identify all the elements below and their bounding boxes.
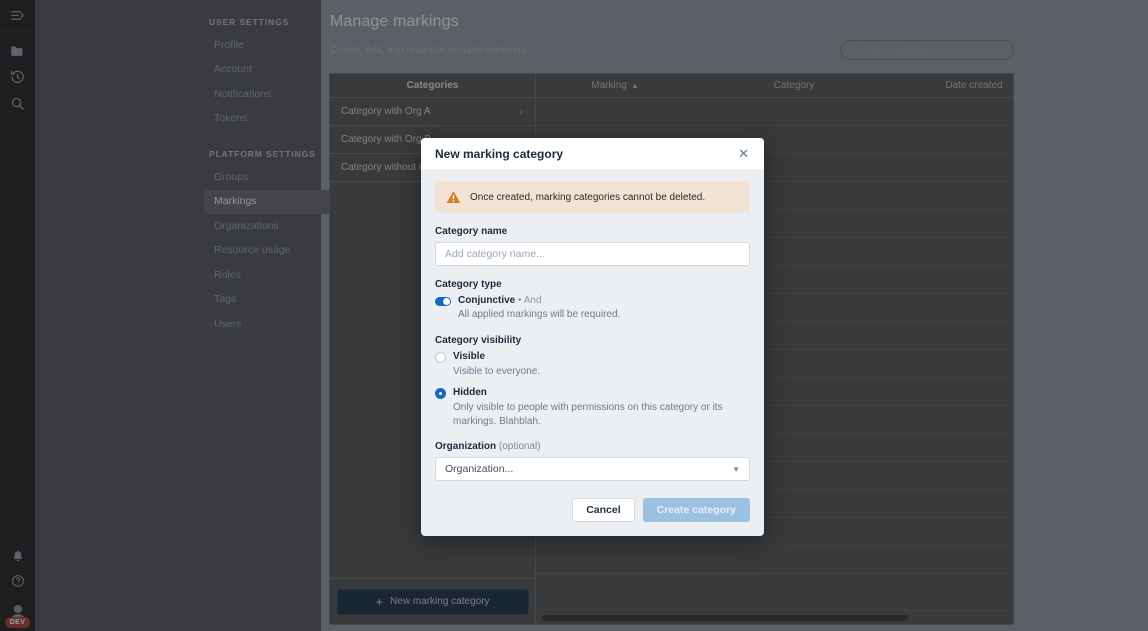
visibility-option-hidden[interactable]: Hidden <box>435 387 750 399</box>
categories-column-header: Categories <box>330 74 535 98</box>
sidebar-item-tokens[interactable]: Tokens <box>204 107 338 132</box>
category-visibility-field: Category visibility Visible Visible to e… <box>435 335 750 429</box>
sidebar-item-account[interactable]: Account <box>204 58 338 83</box>
category-visibility-label: Category visibility <box>435 334 522 346</box>
column-header-category[interactable]: Category <box>694 80 894 91</box>
category-name-input[interactable] <box>435 242 750 266</box>
sidebar-item-notifications[interactable]: Notifications <box>204 82 338 107</box>
sidebar-item-groups[interactable]: Groups <box>204 165 338 190</box>
sidebar-heading-platform-settings: Platform settings <box>209 149 316 160</box>
category-name-label: Category name <box>435 226 508 237</box>
category-row-org-a[interactable]: Category with Org A › <box>330 98 535 126</box>
category-name-field: Category name <box>435 226 750 266</box>
organization-label: Organization (optional) <box>435 441 750 452</box>
category-type-field: Category type Conjunctive • And All appl… <box>435 279 750 322</box>
column-header-date-created[interactable]: Date created <box>894 80 1013 91</box>
search-icon[interactable] <box>10 96 25 111</box>
sidebar-toggle[interactable] <box>0 0 35 31</box>
dialog-title: New marking category <box>435 146 564 161</box>
filter-placeholder: Filter markings... <box>865 44 939 56</box>
warning-banner-text: Once created, marking categories cannot … <box>470 191 706 203</box>
sidebar-item-profile[interactable]: Profile <box>204 33 338 58</box>
create-category-button: Create category <box>642 498 750 522</box>
organization-field: Organization (optional) Organization... … <box>435 441 750 481</box>
folder-icon[interactable] <box>10 44 25 59</box>
radio-hidden-label: Hidden <box>453 387 487 398</box>
close-icon[interactable]: ✕ <box>736 145 751 162</box>
page-title: Manage markings <box>330 13 459 30</box>
dev-badge: DEV <box>4 617 31 628</box>
markings-empty-space <box>536 574 1013 610</box>
settings-sidebar: User settings Profile Account Notificati… <box>35 0 338 631</box>
radio-visible-helper: Visible to everyone. <box>453 365 541 377</box>
table-row[interactable] <box>536 546 1013 574</box>
sidebar-item-resource-usage[interactable]: Resource usage <box>204 239 338 264</box>
organization-label-text: Organization <box>435 441 497 452</box>
history-icon[interactable] <box>10 70 25 85</box>
sidebar-item-markings[interactable]: Markings <box>204 189 338 215</box>
organization-optional-text: (optional) <box>498 441 541 452</box>
search-icon <box>850 45 860 55</box>
sidebar-item-roles[interactable]: Roles <box>204 263 338 288</box>
filter-markings-input[interactable]: Filter markings... <box>840 40 1014 60</box>
sidebar-item-users[interactable]: Users <box>204 312 338 337</box>
chevron-down-icon: ▼ <box>732 464 740 474</box>
radio-visible[interactable] <box>435 351 446 363</box>
radio-visible-label: Visible <box>453 350 486 362</box>
avatar[interactable]: DEV <box>4 601 31 628</box>
horizontal-scrollbar-thumb[interactable] <box>542 614 908 621</box>
radio-hidden[interactable] <box>435 388 446 399</box>
plus-icon: + <box>375 594 384 609</box>
categories-footer: + New marking category <box>330 579 535 624</box>
sidebar-divider <box>204 131 338 145</box>
dialog-footer: Cancel Create category <box>421 494 764 536</box>
organization-select[interactable]: Organization... ▼ <box>435 457 750 481</box>
bell-icon[interactable] <box>11 549 25 563</box>
page-subheader: Create, edit, and organize security mark… <box>329 40 1148 60</box>
radio-hidden-helper: Only visible to people with permissions … <box>453 402 723 427</box>
cancel-button[interactable]: Cancel <box>572 498 635 522</box>
new-marking-category-button[interactable]: + New marking category <box>336 588 529 615</box>
category-type-label: Category type <box>435 279 502 290</box>
conjunctive-toggle-row: Conjunctive • And All applied markings w… <box>435 295 750 322</box>
icon-rail: DEV <box>0 0 35 631</box>
new-marking-category-dialog: New marking category ✕ Once created, mar… <box>421 138 764 536</box>
visibility-option-visible[interactable]: Visible <box>435 351 750 363</box>
table-row[interactable] <box>536 98 1013 126</box>
warning-banner: Once created, marking categories cannot … <box>435 181 750 213</box>
sort-ascending-icon: ▲ <box>630 81 639 90</box>
conjunctive-helper-text: All applied markings will be required. <box>458 309 621 320</box>
warning-triangle-icon <box>446 191 461 203</box>
category-row-label: Category with Org A <box>341 106 431 117</box>
sidebar-item-tags[interactable]: Tags <box>204 288 338 313</box>
organization-select-value: Organization... <box>445 463 514 475</box>
column-header-marking-label: Marking <box>591 80 627 91</box>
help-icon[interactable] <box>11 574 25 588</box>
toggle-knob <box>443 298 450 305</box>
column-header-date-created-label: Date created <box>945 80 1003 91</box>
dialog-header: New marking category ✕ <box>421 138 764 169</box>
horizontal-scrollbar[interactable] <box>536 610 1013 624</box>
category-row-label: Category with Org B <box>341 134 432 145</box>
new-marking-category-label: New marking category <box>390 596 490 607</box>
conjunctive-toggle-suffix: • And <box>518 295 542 306</box>
chevron-right-icon: › <box>519 106 523 117</box>
sidebar-heading-user-settings: User settings <box>209 17 290 27</box>
page-subtitle: Create, edit, and organize security mark… <box>330 44 529 56</box>
sidebar-item-organizations[interactable]: Organizations <box>204 214 338 239</box>
category-row-label: Category without org <box>341 162 434 173</box>
dialog-body: Once created, marking categories cannot … <box>421 169 764 481</box>
column-header-marking[interactable]: Marking ▲ <box>536 80 694 91</box>
markings-table-header: Marking ▲ Category Date created <box>536 74 1013 98</box>
expand-sidebar-icon[interactable] <box>10 8 25 23</box>
conjunctive-toggle[interactable] <box>435 297 451 306</box>
column-header-category-label: Category <box>773 80 815 91</box>
conjunctive-toggle-label: Conjunctive <box>458 295 516 306</box>
